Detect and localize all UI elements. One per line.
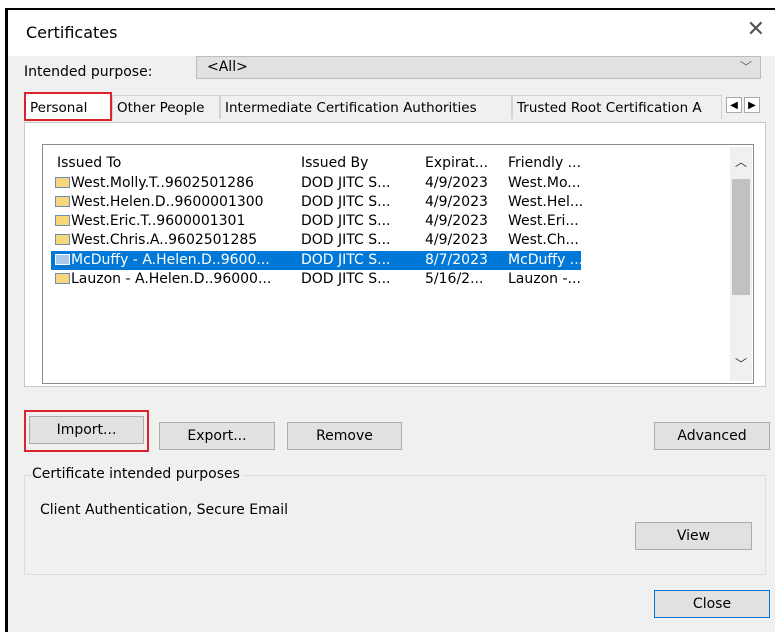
issued-by: DOD JITC S... <box>301 194 391 210</box>
friendly-name: Lauzon -... <box>508 271 581 287</box>
intended-purpose-dropdown[interactable]: <All> ﹀ <box>196 56 761 79</box>
issued-to: West.Eric.T..9600001301 <box>71 213 246 229</box>
issued-by: DOD JITC S... <box>301 213 391 229</box>
certificate-row[interactable]: West.Eric.T..9600001301 DOD JITC S... 4/… <box>51 212 581 231</box>
scrollbar-thumb[interactable] <box>732 179 750 295</box>
expiration: 5/16/2... <box>425 271 484 287</box>
issued-to: West.Helen.D..9600001300 <box>71 194 264 210</box>
issued-to: McDuffy - A.Helen.D..9600... <box>71 252 270 268</box>
certificate-icon <box>55 214 70 226</box>
issued-by: DOD JITC S... <box>301 175 391 191</box>
expiration: 4/9/2023 <box>425 194 488 210</box>
certificate-row[interactable]: Lauzon - A.Helen.D..96000... DOD JITC S.… <box>51 270 581 289</box>
chevron-down-icon[interactable]: ﹀ <box>730 355 752 375</box>
certificate-row-selected[interactable]: McDuffy - A.Helen.D..9600... DOD JITC S.… <box>51 251 584 270</box>
friendly-name: West.Mo... <box>508 175 581 191</box>
certificate-row[interactable]: West.Chris.A..9602501285 DOD JITC S... 4… <box>51 231 581 250</box>
issued-by: DOD JITC S... <box>301 232 391 248</box>
intended-purpose-label: Intended purpose: <box>24 64 153 80</box>
expiration: 4/9/2023 <box>425 213 488 229</box>
issued-by: DOD JITC S... <box>301 252 391 268</box>
title-bar: Certificates ✕ <box>8 10 775 56</box>
certificate-row[interactable]: West.Helen.D..9600001300 DOD JITC S... 4… <box>51 193 584 212</box>
certificate-list[interactable]: Issued To Issued By Expirat... Friendly … <box>42 144 754 384</box>
certificate-icon <box>55 176 70 188</box>
column-header-issued-by[interactable]: Issued By <box>301 155 368 171</box>
intended-purpose-value: <All> <box>207 59 248 75</box>
issued-to: West.Molly.T..9602501286 <box>71 175 254 191</box>
advanced-button[interactable]: Advanced <box>654 422 770 450</box>
certificate-icon <box>55 195 70 207</box>
view-button[interactable]: View <box>635 522 752 550</box>
friendly-name: West.Ch... <box>508 232 579 248</box>
remove-button[interactable]: Remove <box>287 422 402 450</box>
tab-trusted-root[interactable]: Trusted Root Certification A <box>512 95 722 119</box>
expiration: 8/7/2023 <box>425 252 488 268</box>
vertical-scrollbar[interactable]: ︿ ﹀ <box>730 147 752 381</box>
export-button[interactable]: Export... <box>159 422 275 450</box>
certificate-icon <box>55 253 70 265</box>
close-button[interactable]: Close <box>654 590 770 618</box>
tab-label: Trusted Root Certification A <box>517 100 702 116</box>
friendly-name: West.Eri... <box>508 213 579 229</box>
issued-by: DOD JITC S... <box>301 271 391 287</box>
column-header-friendly-name[interactable]: Friendly ... <box>508 155 581 171</box>
dialog-title: Certificates <box>26 23 118 42</box>
certificate-row[interactable]: West.Molly.T..9602501286 DOD JITC S... 4… <box>51 174 581 193</box>
issued-to: West.Chris.A..9602501285 <box>71 232 258 248</box>
certificate-icon <box>55 272 70 284</box>
expiration: 4/9/2023 <box>425 175 488 191</box>
arrow-right-icon[interactable]: ▶ <box>744 97 760 113</box>
import-button[interactable]: Import... <box>29 416 144 444</box>
tab-other-people[interactable]: Other People <box>112 95 220 119</box>
certificate-icon <box>55 233 70 245</box>
issued-to: Lauzon - A.Helen.D..96000... <box>71 271 272 287</box>
close-icon[interactable]: ✕ <box>747 19 765 41</box>
tab-label: Other People <box>117 100 205 116</box>
friendly-name: West.Hel... <box>508 194 584 210</box>
tab-label: Intermediate Certification Authorities <box>225 100 477 116</box>
tab-label: Personal <box>30 100 88 116</box>
chevron-down-icon: ﹀ <box>739 60 752 74</box>
expiration: 4/9/2023 <box>425 232 488 248</box>
column-header-expiration[interactable]: Expirat... <box>425 155 488 171</box>
column-header-issued-to[interactable]: Issued To <box>57 155 121 171</box>
tab-intermediate-ca[interactable]: Intermediate Certification Authorities <box>220 95 512 119</box>
friendly-name: McDuffy ... <box>508 252 584 268</box>
arrow-left-icon[interactable]: ◀ <box>726 97 742 113</box>
tab-personal[interactable]: Personal <box>24 92 112 121</box>
chevron-up-icon[interactable]: ︿ <box>730 153 752 173</box>
purposes-group-label: Certificate intended purposes <box>32 466 244 482</box>
purposes-text: Client Authentication, Secure Email <box>40 502 289 518</box>
tab-strip: Personal Other People Intermediate Certi… <box>24 92 766 122</box>
